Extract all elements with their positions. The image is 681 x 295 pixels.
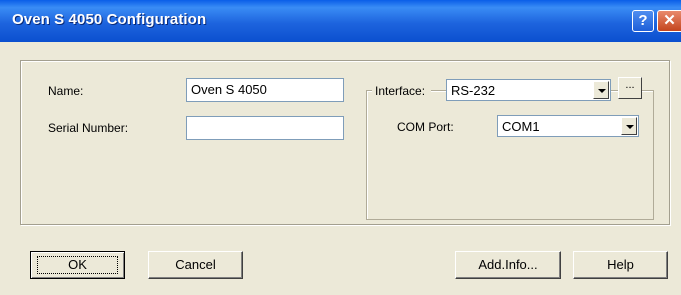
serial-number-field[interactable] bbox=[186, 116, 344, 140]
chevron-down-icon[interactable] bbox=[593, 81, 609, 99]
name-label: Name: bbox=[48, 84, 84, 98]
com-port-value: COM1 bbox=[502, 119, 540, 134]
interface-label: Interface: bbox=[375, 84, 426, 98]
title-bar[interactable]: Oven S 4050 Configuration ? ✕ bbox=[0, 0, 681, 42]
help-button[interactable]: Help bbox=[573, 251, 668, 279]
interface-value: RS-232 bbox=[451, 83, 496, 98]
ok-button[interactable]: OK bbox=[30, 251, 125, 279]
close-icon[interactable]: ✕ bbox=[657, 10, 681, 32]
ok-button-label: OK bbox=[37, 256, 118, 274]
serial-number-label: Serial Number: bbox=[48, 121, 129, 135]
name-field[interactable]: Oven S 4050 bbox=[186, 78, 344, 102]
add-info-button[interactable]: Add.Info... bbox=[455, 251, 561, 279]
interface-select[interactable]: RS-232 bbox=[446, 79, 611, 101]
window-title: Oven S 4050 Configuration bbox=[12, 11, 207, 28]
help-icon[interactable]: ? bbox=[632, 10, 654, 32]
cancel-button[interactable]: Cancel bbox=[148, 251, 243, 279]
com-port-label: COM Port: bbox=[397, 120, 454, 134]
interface-caption: Interface: bbox=[372, 82, 432, 100]
config-dialog: Oven S 4050 Configuration ? ✕ Name: Oven… bbox=[0, 0, 681, 295]
chevron-down-icon[interactable] bbox=[621, 117, 637, 135]
interface-group bbox=[366, 90, 654, 220]
interface-browse-button[interactable]: ... bbox=[618, 77, 642, 99]
com-port-select[interactable]: COM1 bbox=[497, 115, 639, 137]
